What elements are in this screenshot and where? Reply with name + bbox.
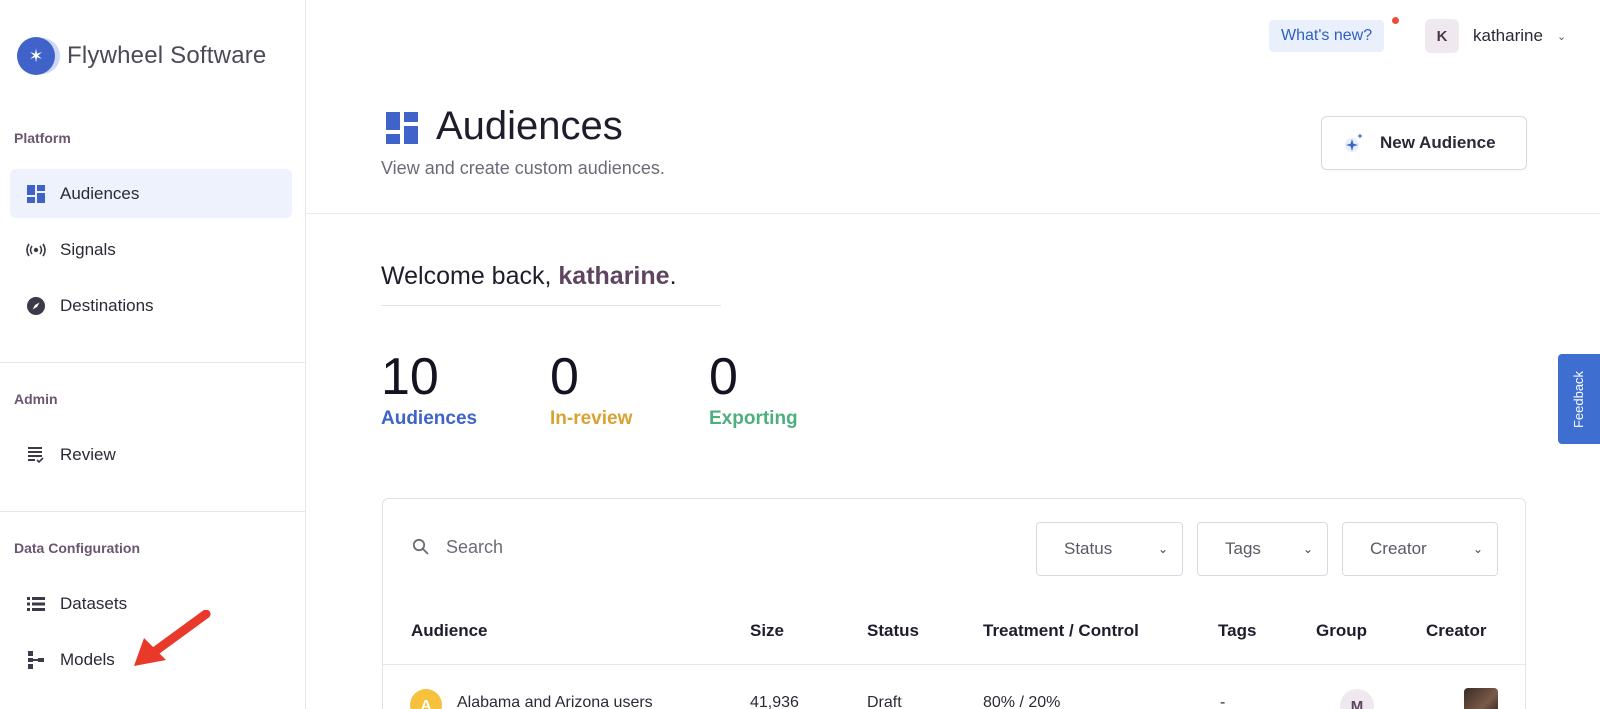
sidebar-item-label: Destinations	[60, 295, 154, 315]
sidebar-item-label: Signals	[60, 239, 116, 259]
new-audience-label: New Audience	[1380, 133, 1496, 152]
flywheel-logo-icon: ✶	[17, 37, 55, 75]
creator-avatar[interactable]	[1464, 688, 1498, 709]
sparkle-icon	[1345, 133, 1363, 152]
stat-value: 0	[709, 348, 738, 406]
stat-label: In-review	[550, 408, 633, 429]
column-header-size[interactable]: Size	[750, 621, 784, 641]
broadcast-icon	[26, 240, 46, 260]
stat-audiences[interactable]: 10 Audiences	[381, 350, 477, 430]
welcome-user-name: katharine	[558, 262, 670, 290]
welcome-prefix: Welcome back,	[381, 262, 559, 290]
sidebar-item-signals[interactable]: Signals	[10, 225, 292, 274]
sidebar-item-audiences[interactable]: Audiences	[10, 169, 292, 218]
stat-value: 0	[550, 348, 579, 406]
column-header-treatment-control[interactable]: Treatment / Control	[983, 621, 1139, 641]
page-subtitle: View and create custom audiences.	[381, 158, 665, 178]
chevron-down-icon: ⌄	[1472, 542, 1483, 556]
welcome-suffix: .	[669, 262, 677, 290]
column-header-tags[interactable]: Tags	[1218, 621, 1256, 641]
welcome-message: Welcome back, katharine.	[381, 262, 677, 291]
welcome-underline	[381, 305, 721, 306]
sidebar-divider	[0, 511, 306, 512]
column-header-creator[interactable]: Creator	[1426, 621, 1486, 641]
stat-exporting[interactable]: 0 Exporting	[709, 350, 798, 430]
filter-label: Tags	[1225, 539, 1261, 558]
brand[interactable]: ✶ Flywheel Software	[17, 37, 266, 75]
chevron-down-icon: ⌄	[1302, 542, 1313, 556]
audience-status: Draft	[867, 694, 902, 709]
feedback-tab[interactable]: Feedback	[1558, 354, 1600, 444]
sidebar-item-label: Review	[60, 444, 116, 464]
brand-name: Flywheel Software	[67, 42, 267, 69]
model-tree-icon	[26, 650, 46, 670]
audience-tags: -	[1220, 694, 1226, 709]
compass-icon	[26, 296, 46, 316]
review-list-icon	[26, 445, 46, 465]
grid-icon	[26, 184, 46, 204]
filter-label: Creator	[1370, 539, 1427, 558]
tags-filter-dropdown[interactable]: Tags ⌄	[1197, 522, 1328, 576]
table-header-divider	[383, 664, 1525, 665]
search-input[interactable]	[446, 533, 746, 561]
sidebar-divider	[0, 362, 306, 363]
section-label-admin: Admin	[14, 391, 58, 407]
sidebar-item-label: Models	[60, 649, 115, 669]
filter-label: Status	[1064, 539, 1113, 558]
chevron-down-icon: ⌄	[1157, 542, 1168, 556]
page-title: Audiences	[436, 104, 623, 148]
section-label-platform: Platform	[14, 130, 71, 146]
stat-in-review[interactable]: 0 In-review	[550, 350, 632, 430]
sidebar-item-review[interactable]: Review	[10, 430, 292, 479]
feedback-label: Feedback	[1571, 370, 1587, 428]
new-audience-button[interactable]: New Audience	[1321, 116, 1527, 170]
status-filter-dropdown[interactable]: Status ⌄	[1036, 522, 1183, 576]
section-label-data-configuration: Data Configuration	[14, 540, 140, 556]
sidebar: ✶ Flywheel Software Platform Audiences S…	[0, 0, 306, 709]
search-icon	[412, 538, 429, 555]
annotation-arrow-icon	[134, 610, 211, 666]
column-header-status[interactable]: Status	[867, 621, 919, 641]
audience-size: 41,936	[750, 694, 799, 709]
stat-value: 10	[381, 348, 439, 406]
stat-label: Exporting	[709, 408, 798, 429]
stat-label: Audiences	[381, 408, 478, 429]
column-header-group[interactable]: Group	[1316, 621, 1367, 641]
sidebar-item-label: Audiences	[60, 183, 140, 203]
list-icon	[26, 594, 46, 614]
creator-filter-dropdown[interactable]: Creator ⌄	[1342, 522, 1498, 576]
column-header-audience[interactable]: Audience	[411, 621, 488, 641]
audience-name-link[interactable]: Alabama and Arizona users	[457, 694, 653, 709]
sidebar-item-destinations[interactable]: Destinations	[10, 281, 292, 330]
audience-treatment-control: 80% / 20%	[983, 694, 1061, 709]
audiences-grid-icon	[386, 112, 418, 144]
sidebar-item-label: Datasets	[60, 593, 128, 613]
